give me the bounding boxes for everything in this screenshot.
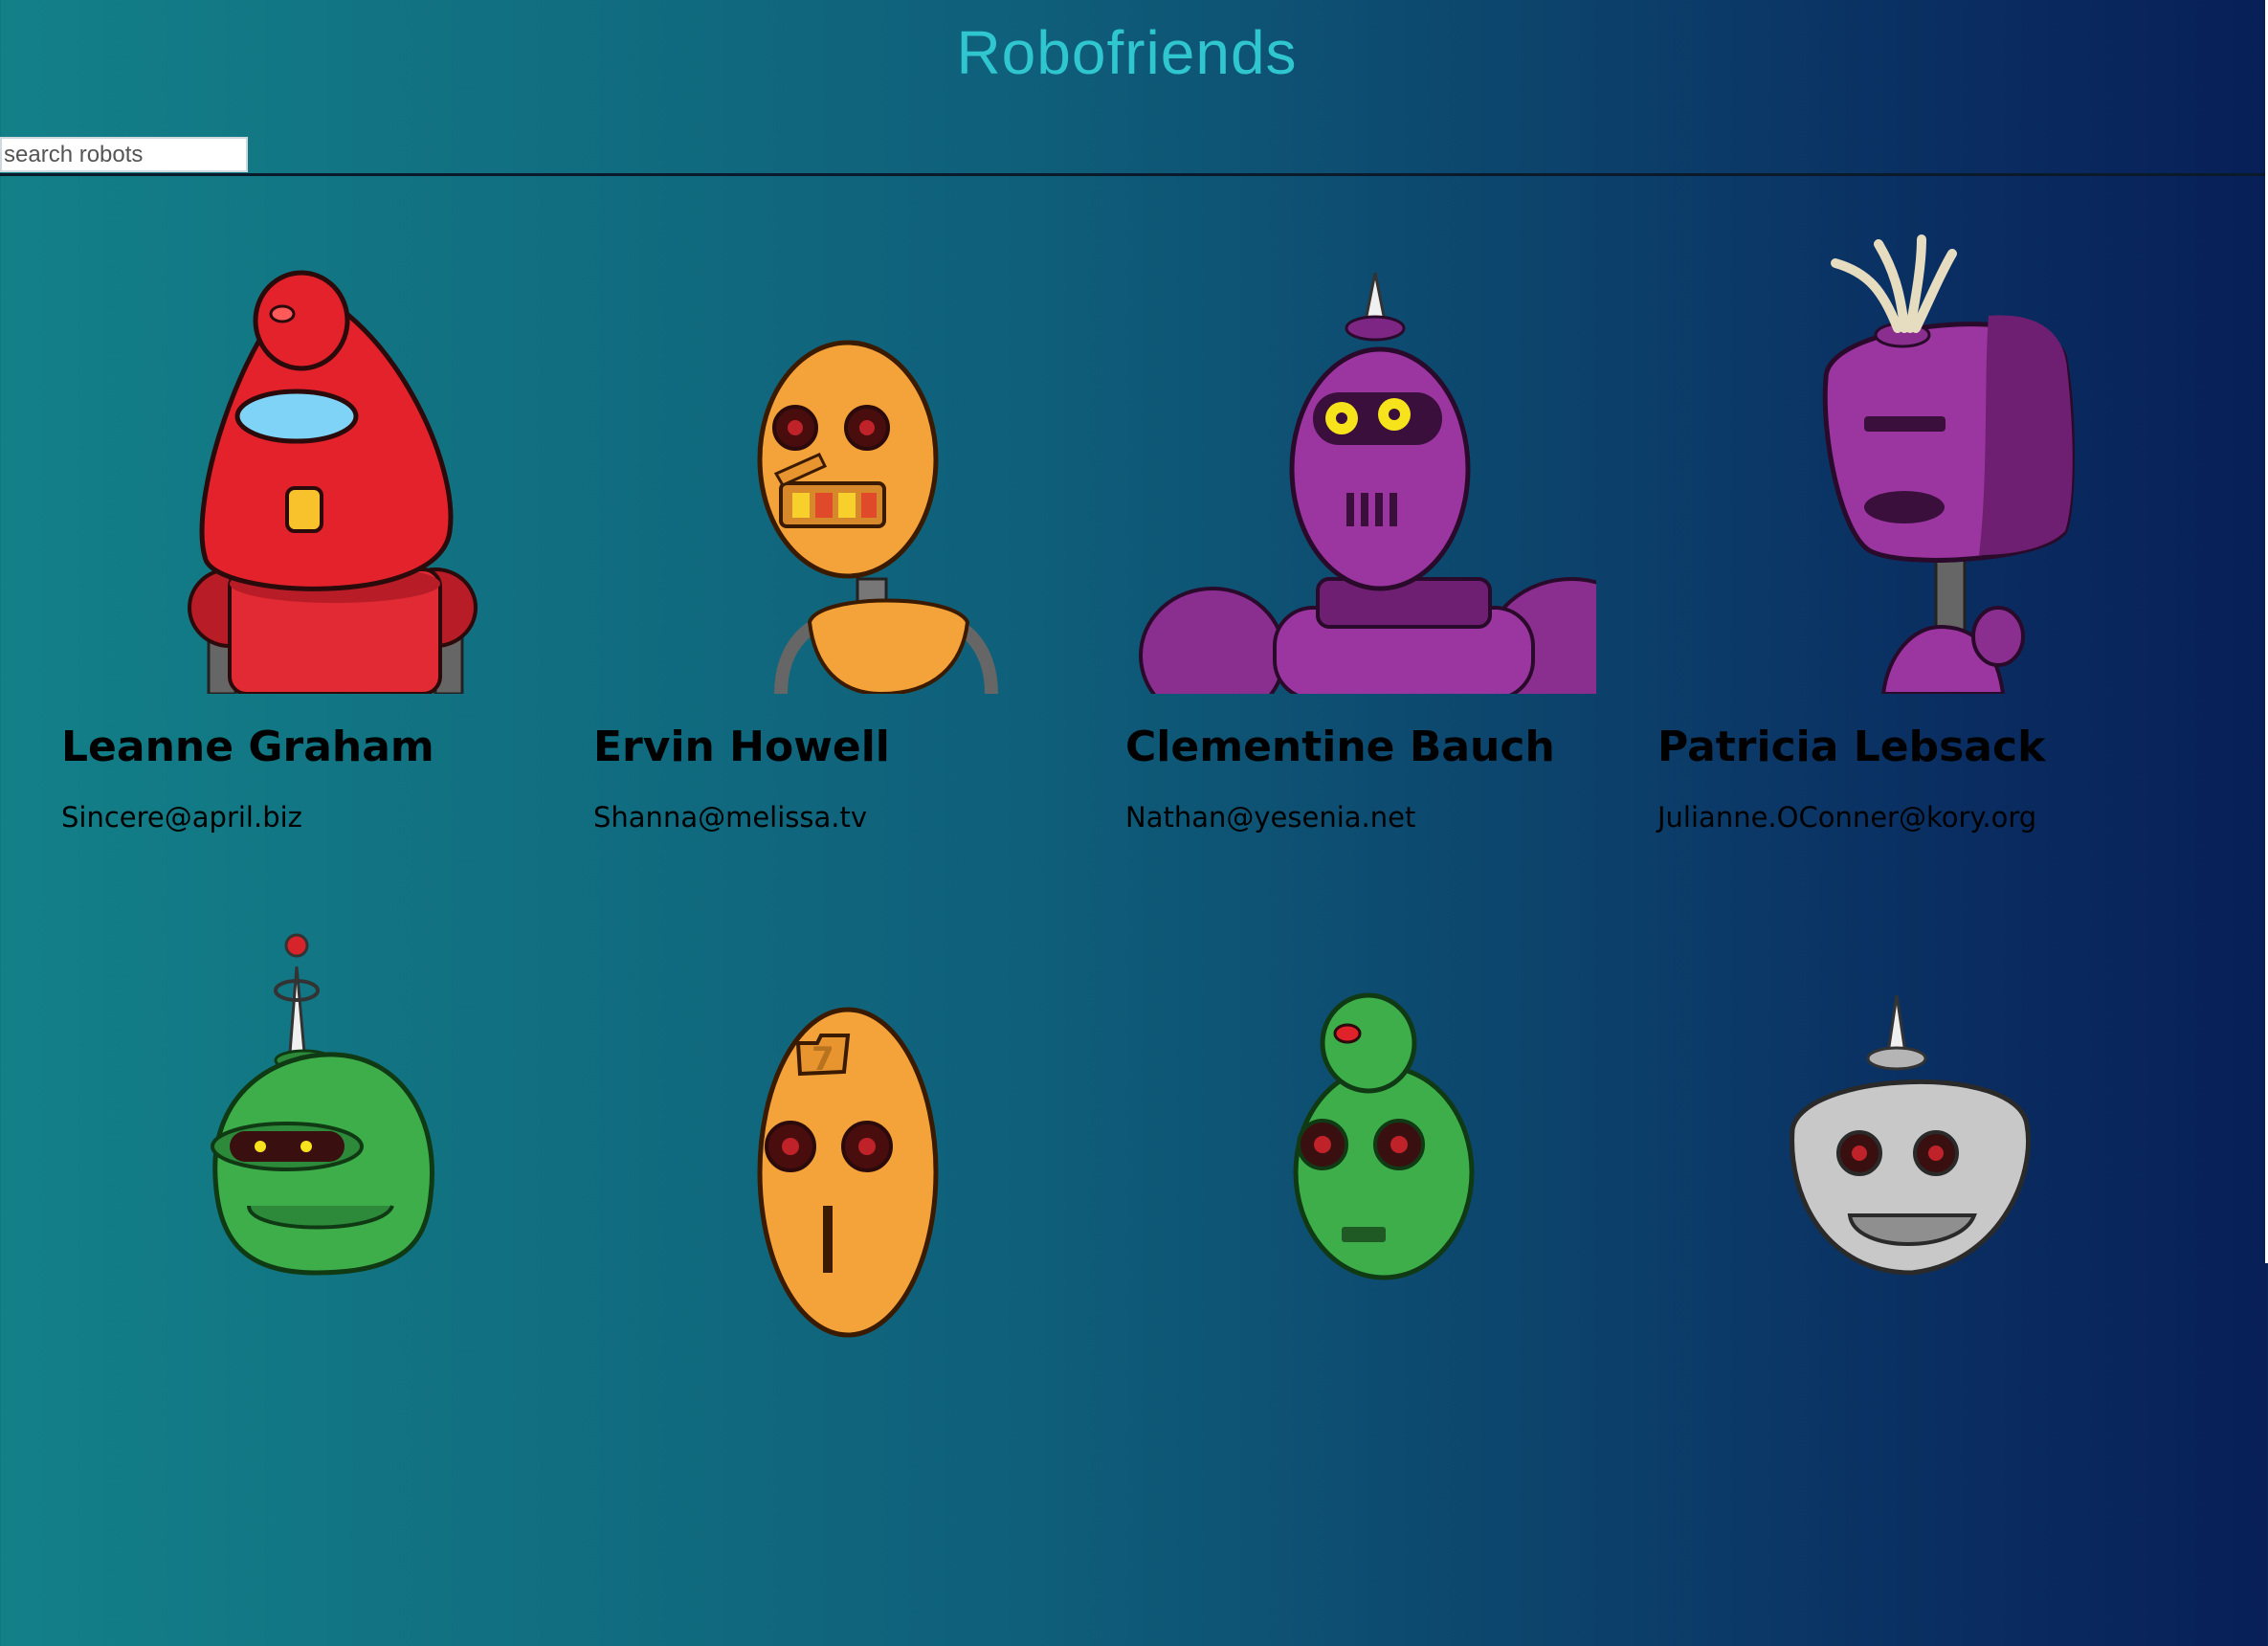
header: Robofriends [0, 0, 2265, 176]
robot-card[interactable]: Ervin Howell Shanna@melissa.tv [532, 215, 1064, 933]
purple-robot-avatar-icon [1596, 215, 2128, 694]
red-robot-avatar-icon [0, 215, 532, 694]
header-divider [0, 173, 2265, 176]
robot-email: Shanna@melissa.tv [593, 801, 868, 834]
robot-card[interactable]: Clementine Bauch Nathan@yesenia.net [1064, 215, 1596, 933]
robot-card[interactable] [1596, 928, 2128, 1646]
robot-name: Leanne Graham [61, 723, 434, 771]
robot-email: Nathan@yesenia.net [1125, 801, 1416, 834]
robot-card[interactable]: 7 [532, 928, 1064, 1646]
page-title: Robofriends [956, 18, 1298, 87]
robot-card[interactable]: Patricia Lebsack Julianne.OConner@kory.o… [1596, 215, 2128, 933]
green-robot-avatar-icon [0, 928, 532, 1407]
robot-card[interactable] [0, 928, 532, 1646]
robot-name: Patricia Lebsack [1657, 723, 2046, 771]
robot-card[interactable] [1064, 928, 1596, 1646]
svg-text:7: 7 [812, 1040, 834, 1079]
robot-name: Ervin Howell [593, 723, 890, 771]
orange-robot-avatar-icon: 7 [532, 928, 1064, 1407]
purple-robot-avatar-icon [1064, 215, 1596, 694]
robot-card[interactable]: Leanne Graham Sincere@april.biz [0, 215, 532, 933]
robot-email: Sincere@april.biz [61, 801, 302, 834]
robot-email: Julianne.OConner@kory.org [1657, 801, 2037, 834]
orange-robot-avatar-icon [532, 215, 1064, 694]
robot-name: Clementine Bauch [1125, 723, 1555, 771]
green-robot-avatar-icon [1064, 928, 1596, 1407]
gray-robot-avatar-icon [1596, 928, 2128, 1407]
search-input[interactable] [0, 137, 248, 172]
